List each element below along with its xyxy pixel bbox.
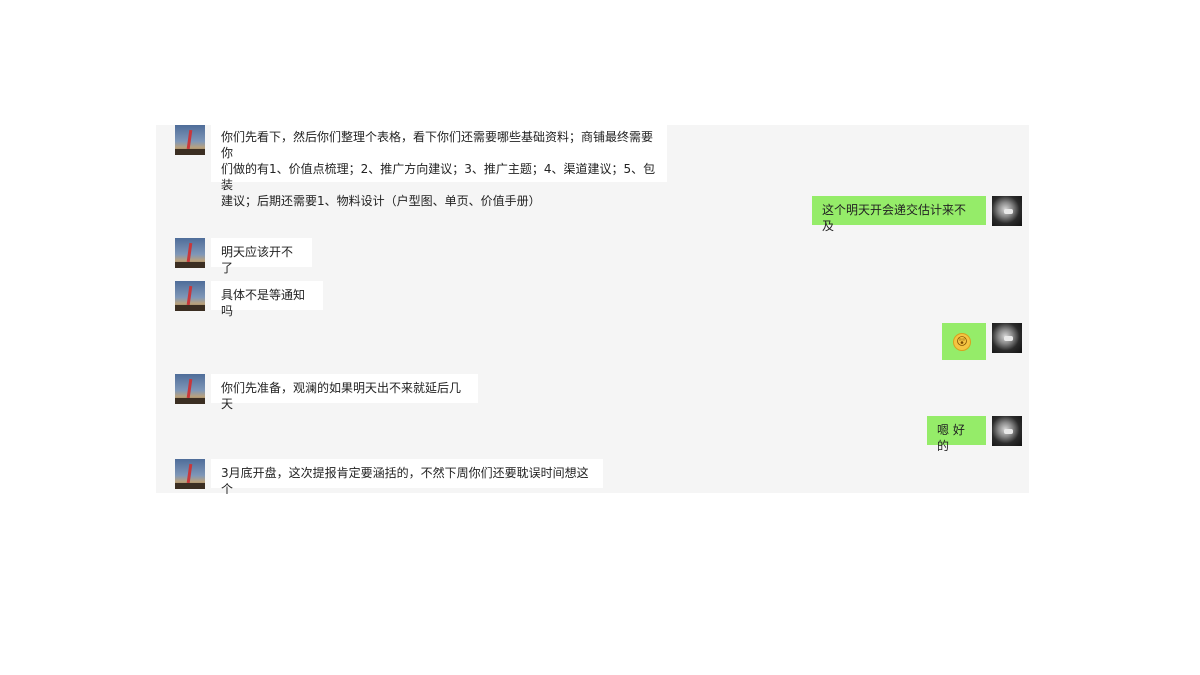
self-avatar[interactable] xyxy=(992,323,1022,353)
avatar-detail xyxy=(1004,336,1013,341)
surprised-emoji-icon: 😲 xyxy=(953,333,971,351)
message-bubble[interactable]: 你们先看下，然后你们整理个表格，看下你们还需要哪些基础资料；商铺最终需要你 们做… xyxy=(211,125,667,208)
avatar-figure xyxy=(186,285,193,306)
avatar-ground xyxy=(175,305,205,311)
message-bubble[interactable]: 明天应该开不了 xyxy=(211,238,312,275)
avatar-detail xyxy=(1004,429,1013,434)
avatar-ground xyxy=(175,483,205,489)
avatar-ground xyxy=(175,398,205,404)
message-bubble[interactable]: 你们先准备，观澜的如果明天出不来就延后几天 xyxy=(211,374,478,411)
contact-avatar[interactable] xyxy=(175,459,205,489)
chat-panel: 你们先看下，然后你们整理个表格，看下你们还需要哪些基础资料；商铺最终需要你 们做… xyxy=(156,125,1029,496)
self-avatar[interactable] xyxy=(992,416,1022,446)
contact-avatar[interactable] xyxy=(175,125,205,155)
contact-avatar[interactable] xyxy=(175,238,205,268)
contact-avatar[interactable] xyxy=(175,281,205,311)
emoji-bubble[interactable]: 😲 xyxy=(942,323,986,360)
contact-avatar[interactable] xyxy=(175,374,205,404)
avatar-ground xyxy=(175,149,205,155)
avatar-figure xyxy=(186,463,193,484)
message-bubble[interactable]: 嗯 好的 xyxy=(927,416,986,453)
message-bubble[interactable]: 这个明天开会递交估计来不及 xyxy=(812,196,986,233)
avatar-figure xyxy=(186,242,193,263)
avatar-detail xyxy=(1004,209,1013,214)
message-bubble[interactable]: 具体不是等通知吗 xyxy=(211,281,323,318)
avatar-ground xyxy=(175,262,205,268)
avatar-figure xyxy=(186,129,193,150)
self-avatar[interactable] xyxy=(992,196,1022,226)
message-bubble[interactable]: 3月底开盘，这次提报肯定要涵括的，不然下周你们还要耽误时间想这个 xyxy=(211,459,603,496)
avatar-figure xyxy=(186,378,193,399)
